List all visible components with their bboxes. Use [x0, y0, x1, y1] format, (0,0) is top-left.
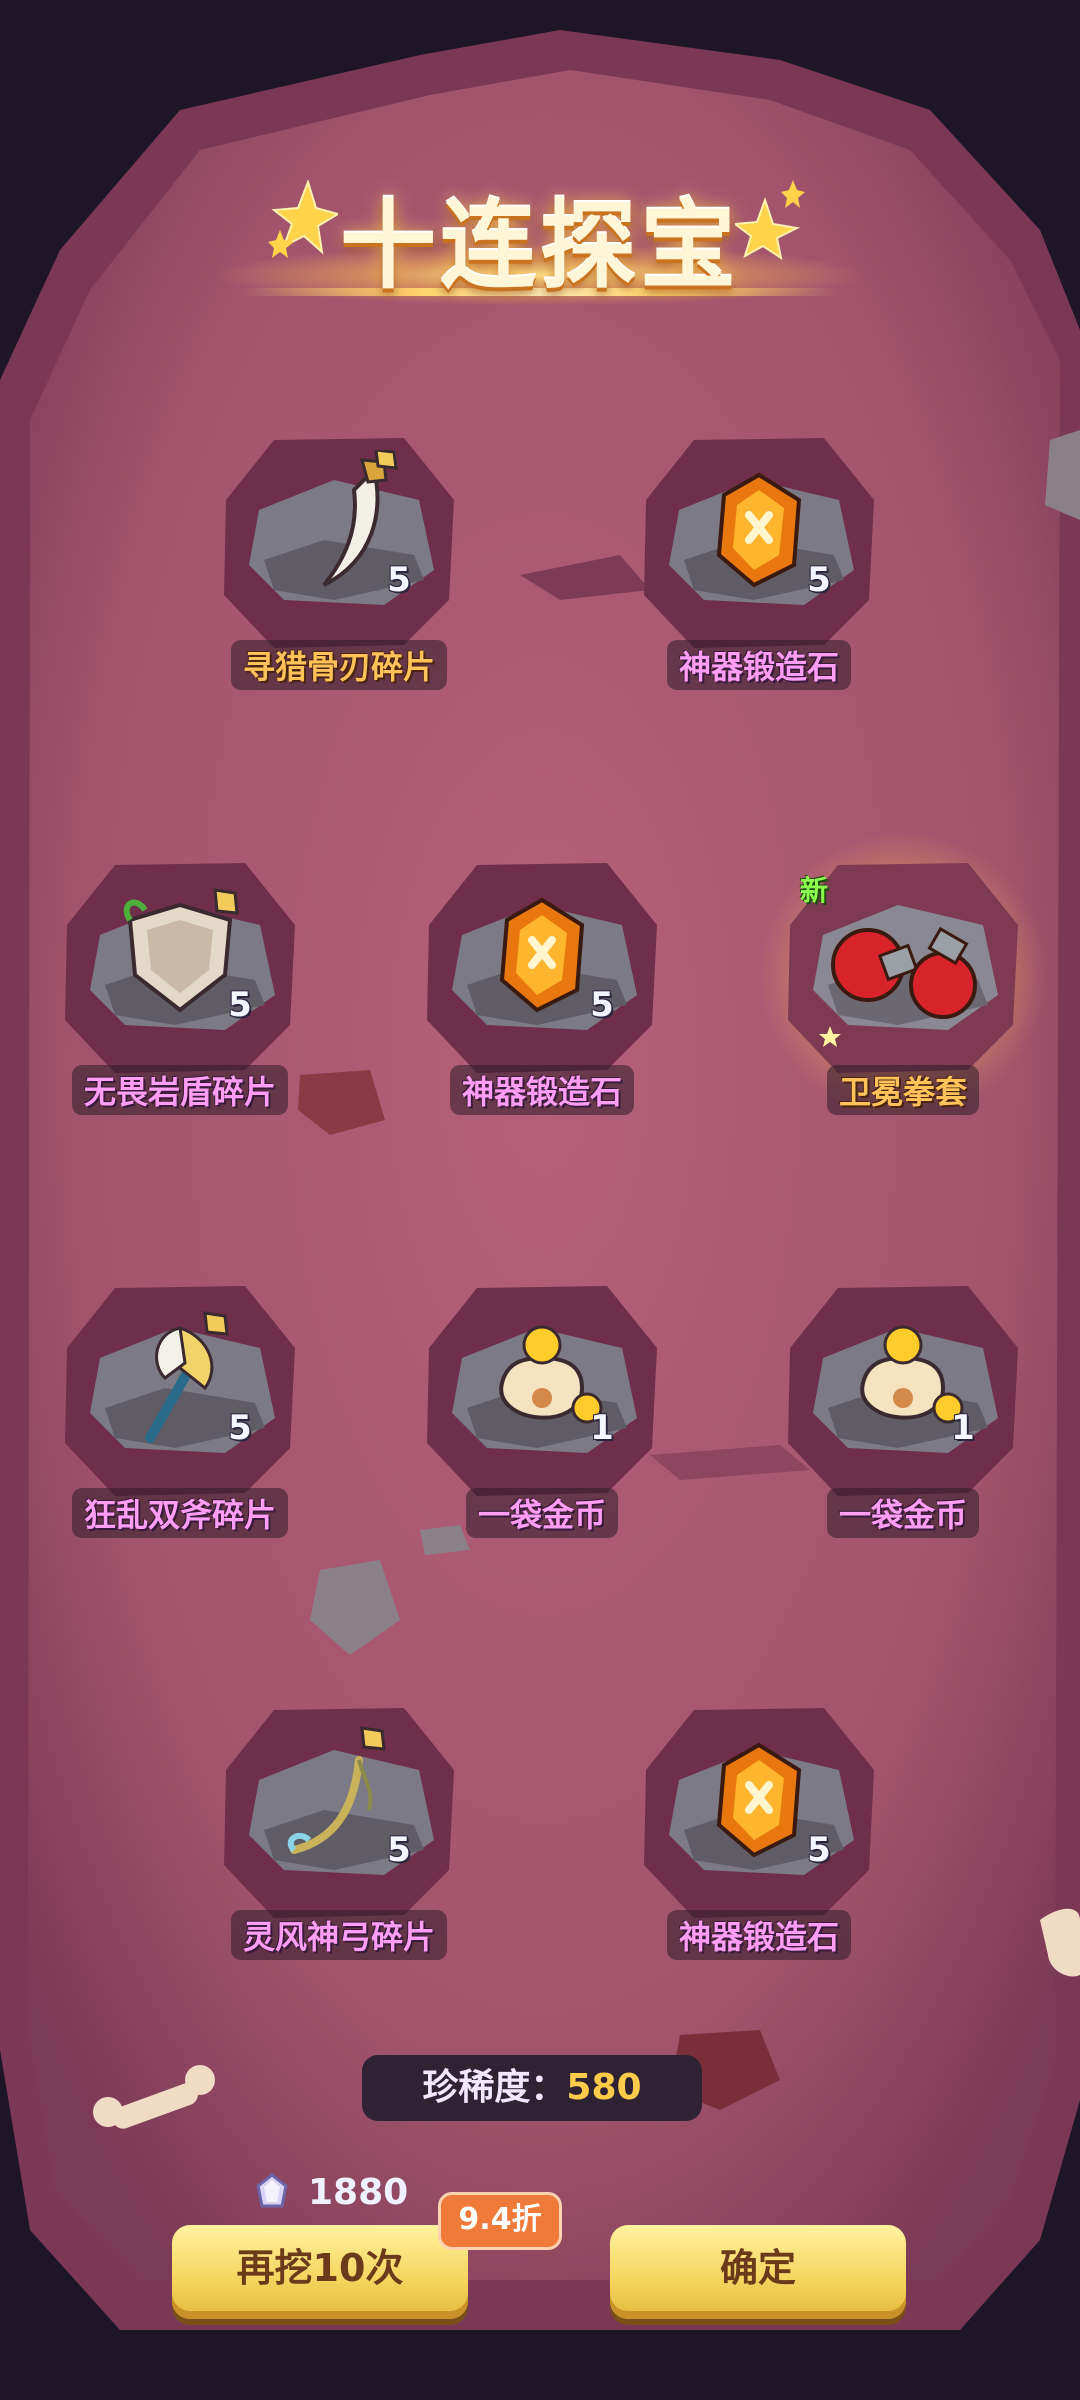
discount-badge: 9.4折: [438, 2192, 562, 2250]
confirm-button[interactable]: 确定: [610, 2225, 906, 2319]
item-count: 5: [387, 560, 411, 600]
item-count: 1: [951, 1408, 975, 1448]
crystal-icon: [256, 2173, 288, 2208]
new-badge: 新: [800, 874, 829, 907]
reward-item[interactable]: 5 神器锻造石: [634, 430, 884, 690]
title-banner: 十连探宝: [0, 150, 1080, 310]
item-name: 无畏岩盾碎片: [71, 1065, 289, 1115]
cave-background: [0, 0, 1080, 2400]
reward-item[interactable]: 5 神器锻造石: [634, 1700, 884, 1960]
reward-item-highlighted[interactable]: 新 卫冕拳套: [758, 830, 1048, 1120]
item-name: 寻猎骨刃碎片: [230, 640, 448, 690]
cost-amount: 1880: [308, 2172, 409, 2213]
page-title: 十连探宝: [340, 190, 740, 302]
reward-item[interactable]: 5 灵风神弓碎片: [214, 1700, 464, 1960]
reward-item[interactable]: 5 神器锻造石: [417, 855, 667, 1115]
item-count: 5: [590, 985, 614, 1025]
item-count: 5: [807, 1830, 831, 1870]
reward-item[interactable]: 5 狂乱双斧碎片: [55, 1278, 305, 1538]
rarity-label: 珍稀度：: [422, 2067, 567, 2108]
boxing-gloves-icon: [831, 926, 977, 1019]
item-count: 1: [590, 1408, 614, 1448]
item-name: 狂乱双斧碎片: [71, 1488, 289, 1538]
item-name: 灵风神弓碎片: [230, 1910, 448, 1960]
item-count: 5: [387, 1830, 411, 1870]
rarity-score: 珍稀度：580: [362, 2055, 702, 2121]
item-name: 神器锻造石: [666, 640, 852, 690]
item-name: 一袋金币: [465, 1488, 619, 1538]
item-name: 神器锻造石: [449, 1065, 635, 1115]
item-name: 神器锻造石: [666, 1910, 852, 1960]
reward-item[interactable]: 1 一袋金币: [778, 1278, 1028, 1538]
star-icon: [735, 180, 805, 260]
item-count: 5: [228, 1408, 252, 1448]
rarity-value: 580: [566, 2067, 642, 2108]
item-name: 一袋金币: [826, 1488, 980, 1538]
dig-again-button[interactable]: 再挖10次: [172, 2225, 468, 2319]
reward-item[interactable]: 5 无畏岩盾碎片: [55, 855, 305, 1115]
reward-item[interactable]: 5 寻猎骨刃碎片: [214, 430, 464, 690]
item-count: 5: [228, 985, 252, 1025]
reward-item[interactable]: 1 一袋金币: [417, 1278, 667, 1538]
item-name: 卫冕拳套: [826, 1065, 980, 1115]
item-count: 5: [807, 560, 831, 600]
star-icon: [268, 180, 338, 258]
star-icon: [819, 1026, 841, 1047]
